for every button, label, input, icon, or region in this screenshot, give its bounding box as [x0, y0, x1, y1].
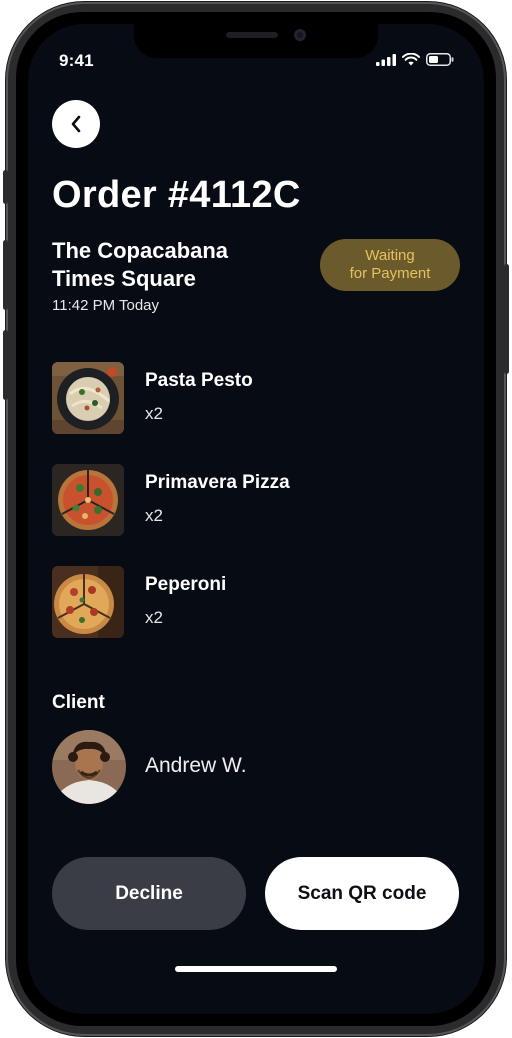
- item-name: Primavera Pizza: [145, 472, 290, 493]
- status-bar-time: 9:41: [59, 51, 94, 70]
- order-detail-screen: 9:41 Order #4112C The Copacabana Times S…: [28, 24, 484, 1014]
- decline-button[interactable]: Decline: [52, 857, 246, 930]
- order-item[interactable]: Peperoni x2: [52, 566, 432, 638]
- silent-switch: [3, 170, 8, 204]
- front-camera: [294, 29, 306, 41]
- speaker-grille: [226, 32, 278, 38]
- peperoni-thumbnail: [52, 566, 124, 638]
- status-bar-icons: [376, 53, 454, 66]
- order-title: Order #4112C: [52, 174, 301, 216]
- order-time: 11:42 PM Today: [52, 297, 160, 314]
- wifi-icon: [402, 53, 420, 66]
- item-quantity: x2: [145, 608, 163, 627]
- back-button[interactable]: [52, 100, 100, 148]
- item-name: Pasta Pesto: [145, 370, 253, 391]
- notch: [134, 24, 378, 58]
- home-indicator[interactable]: [175, 966, 337, 972]
- chevron-left-icon: [71, 115, 81, 133]
- volume-up-button: [3, 240, 8, 310]
- venue-name-line1: The Copacabana: [52, 238, 229, 263]
- status-badge-line2: for Payment: [349, 265, 431, 282]
- battery-icon: [426, 53, 454, 66]
- client-avatar[interactable]: [52, 730, 126, 804]
- order-item[interactable]: Pasta Pesto x2: [52, 362, 432, 434]
- item-name: Peperoni: [145, 574, 227, 595]
- volume-down-button: [3, 330, 8, 400]
- power-button: [504, 264, 509, 374]
- pasta-pesto-thumbnail: [52, 362, 124, 434]
- venue-name-line2: Times Square: [52, 266, 196, 291]
- status-badge-line1: Waiting: [365, 247, 415, 264]
- item-quantity: x2: [145, 404, 163, 423]
- client-name: Andrew W.: [145, 754, 247, 777]
- primavera-pizza-thumbnail: [52, 464, 124, 536]
- order-item[interactable]: Primavera Pizza x2: [52, 464, 432, 536]
- client-section-label: Client: [52, 692, 105, 713]
- cellular-signal-icon: [376, 53, 396, 66]
- item-quantity: x2: [145, 506, 163, 525]
- scan-qr-code-button[interactable]: Scan QR code: [265, 857, 459, 930]
- status-badge: Waiting for Payment: [320, 239, 460, 291]
